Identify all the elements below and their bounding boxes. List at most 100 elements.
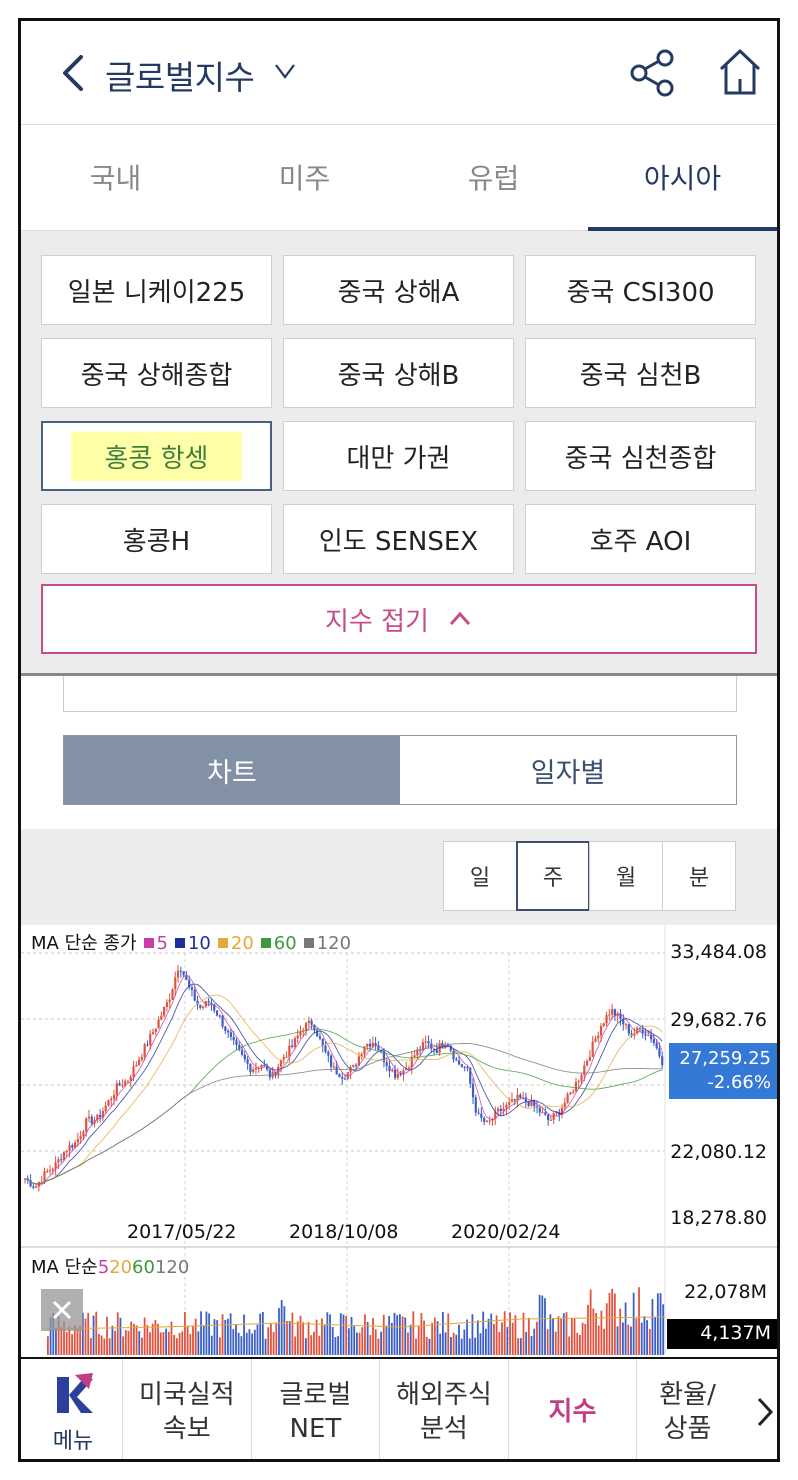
volume-bar [576,1332,579,1355]
candle-body [460,1064,463,1067]
candle-body [160,1015,163,1020]
home-icon[interactable] [717,47,763,97]
menu-label: 메뉴 [52,1429,94,1454]
volume-bar [159,1332,162,1355]
x-tick-label: 2018/10/08 [289,1221,399,1243]
chart-view-button[interactable]: 차트 [64,736,400,804]
close-icon[interactable] [41,1289,83,1331]
volume-bar [103,1338,106,1355]
candle-body [104,1105,107,1112]
chart-canvas[interactable] [21,925,777,1355]
price-chart[interactable]: MA 단순 종가 5 10 20 60 120 33,484.08 29,682.76 2… [21,925,777,1355]
chevron-down-icon[interactable] [273,59,297,83]
candle-body [304,1023,308,1031]
index-taiwan-weighted[interactable]: 대만 가권 [283,421,514,491]
candle-body [366,1043,369,1047]
volume-bar [313,1331,315,1355]
candle-body [627,1024,630,1034]
y-tick-label: 22,080.12 [670,1141,767,1163]
period-week-button[interactable]: 주 [516,841,590,911]
tab-domestic[interactable]: 국내 [21,125,210,230]
index-shenzhen-b[interactable]: 중국 심천B [525,338,756,408]
candle-body [474,1097,477,1113]
nav-foreign-stock-analysis[interactable]: 해외주식 분석 [380,1359,509,1459]
volume-bar [616,1326,619,1355]
candle-body [605,1015,608,1024]
volume-bar [455,1334,458,1355]
volume-bar [651,1298,654,1355]
volume-bar [514,1315,517,1355]
volume-bar [154,1320,157,1355]
y-tick-label: 33,484.08 [670,941,767,963]
nav-next-button[interactable] [753,1359,777,1459]
volume-bar [544,1298,546,1355]
index-shanghai-a[interactable]: 중국 상해A [283,255,514,325]
volume-bar [517,1338,520,1355]
nav-global-net[interactable]: 글로벌 NET [252,1359,381,1459]
volume-bar [350,1316,353,1355]
candle-body [179,970,182,972]
period-day-button[interactable]: 일 [443,841,517,911]
volume-bar [603,1328,605,1355]
volume-bar [114,1330,116,1355]
index-hongkong-h[interactable]: 홍콩H [41,504,272,574]
volume-bar [270,1323,272,1355]
candle-body [574,1081,578,1092]
nav-index[interactable]: 지수 [509,1359,638,1459]
candle-body [463,1066,466,1068]
volume-bar [288,1320,291,1355]
volume-bar [256,1324,259,1355]
candle-body [85,1118,88,1132]
period-minute-button[interactable]: 분 [662,841,736,911]
nav-label: NET [289,1414,342,1444]
candle-body [168,999,171,1003]
index-india-sensex[interactable]: 인도 SENSEX [283,504,514,574]
volume-bar [433,1317,436,1355]
index-csi300[interactable]: 중국 CSI300 [525,255,756,325]
y-tick-label: 29,682.76 [670,1009,767,1031]
nav-us-earnings[interactable]: 미국실적 속보 [123,1359,252,1459]
volume-bar [296,1321,299,1355]
ma5-line [24,974,663,1186]
index-grid: 일본 니케이225 중국 상해A 중국 CSI300 중국 상해종합 중국 상해… [41,255,757,574]
volume-bar [646,1320,648,1355]
volume-bar [562,1313,565,1355]
candle-body [541,1112,544,1114]
page-title[interactable]: 글로벌지수 [105,51,255,99]
back-arrow-icon[interactable] [59,53,89,93]
nav-fx-commodities[interactable]: 환율/상품 [637,1359,753,1459]
vol-ma20-label: 20 [109,1257,133,1278]
chevron-right-icon [758,1397,774,1427]
index-hang-seng[interactable]: 홍콩 항셍 [41,421,272,491]
index-shanghai-composite[interactable]: 중국 상해종합 [41,338,272,408]
volume-bar [487,1318,490,1355]
index-australia-aoi[interactable]: 호주 AOI [525,504,756,574]
candle-body [661,1056,664,1066]
share-icon[interactable] [629,49,677,97]
period-month-button[interactable]: 월 [589,841,663,911]
volume-bar [141,1337,143,1355]
candle-body [402,1070,405,1075]
index-nikkei225[interactable]: 일본 니케이225 [41,255,272,325]
volume-bar [181,1331,184,1355]
volume-bar [315,1319,318,1355]
volume-bar [251,1333,254,1355]
volume-bar [291,1312,294,1355]
vol-ma120-label: 120 [154,1257,190,1278]
tab-europe[interactable]: 유럽 [399,125,588,230]
candle-body [252,1069,255,1073]
candle-body [597,1035,600,1039]
tab-americas[interactable]: 미주 [210,125,399,230]
volume-bar [261,1311,264,1355]
ma5-swatch [143,938,154,948]
volume-bar [458,1324,460,1355]
tab-asia[interactable]: 아시아 [588,125,777,231]
menu-button[interactable]: 메뉴 [21,1359,124,1459]
collapse-indices-button[interactable]: 지수 접기 [41,584,757,654]
daily-view-button[interactable]: 일자별 [400,736,736,804]
volume-bar [382,1314,385,1355]
volume-bar [498,1331,501,1355]
index-shenzhen-composite[interactable]: 중국 심천종합 [525,421,756,491]
index-shanghai-b[interactable]: 중국 상해B [283,338,514,408]
volume-bar [511,1322,514,1355]
